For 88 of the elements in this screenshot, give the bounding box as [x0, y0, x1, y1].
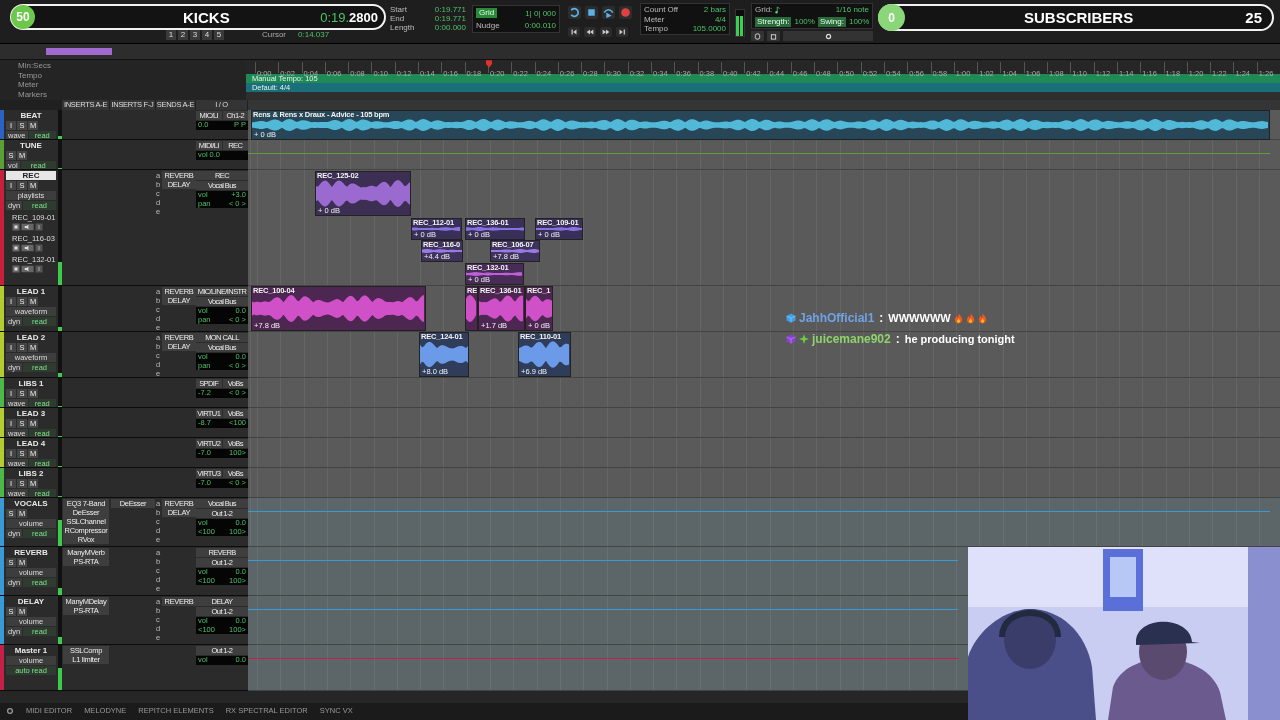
track-name[interactable]: LEAD 3 [6, 409, 56, 418]
track-name[interactable]: BEAT [6, 111, 56, 120]
speaker-icon[interactable] [21, 265, 34, 273]
cursor-value: 0:14.037 [298, 30, 330, 40]
track-name[interactable]: LIBS 1 [6, 379, 56, 388]
settings-icon [824, 32, 832, 40]
count-off-label: Meter [644, 14, 665, 24]
edit-tool-button[interactable]: 3 [190, 30, 200, 40]
playhead-marker[interactable] [485, 60, 492, 68]
event-operations-button[interactable] [767, 31, 780, 41]
chat-username[interactable]: juicemane902 [812, 332, 891, 346]
count-off-label: Tempo [644, 24, 668, 34]
loop-play-icon[interactable] [602, 6, 615, 19]
sparkle-badge-icon [799, 334, 809, 344]
return-to-zero-icon[interactable] [568, 27, 580, 37]
swing-label[interactable]: Swing: [817, 17, 846, 27]
cursor-label: Cursor [262, 30, 286, 40]
go-to-end-icon[interactable] [616, 27, 628, 37]
swing-value: 100% [848, 17, 870, 27]
nudge-value[interactable]: 0:00.010 [524, 21, 556, 30]
track-name[interactable]: DELAY [6, 597, 56, 606]
selection-label: End [390, 14, 406, 23]
subscriber-goal: 25 [1245, 9, 1262, 26]
count-off-value[interactable]: 2 bars [703, 5, 726, 15]
rewind-icon[interactable] [584, 27, 596, 37]
playlist-arrow-icon[interactable] [35, 223, 43, 231]
edit-tool-button[interactable]: 1 [166, 30, 176, 40]
stop-icon[interactable] [585, 6, 598, 19]
track-name[interactable]: REVERB [6, 548, 56, 557]
cube-badge-icon [786, 313, 796, 323]
playlist-arrow-icon[interactable] [35, 244, 43, 252]
track-name[interactable]: LEAD 4 [6, 439, 56, 448]
fire-icon [953, 312, 963, 324]
track-name[interactable]: LIBS 2 [6, 469, 56, 478]
note-icon [775, 6, 782, 14]
count-off-value[interactable]: 105.0000 [692, 24, 726, 34]
track-name[interactable]: TUNE [6, 141, 56, 150]
edit-tool-button[interactable]: 5 [214, 30, 224, 40]
subscribers-label: SUBSCRIBERS [1024, 9, 1134, 26]
fire-icon [965, 312, 975, 324]
playlist-solo-icon[interactable] [12, 223, 20, 231]
edit-tool-button[interactable]: 2 [178, 30, 188, 40]
chat-separator: : [878, 311, 885, 325]
quantize-button[interactable] [751, 31, 764, 41]
count-off-value[interactable]: 4/4 [714, 14, 726, 24]
cube-badge-icon [786, 334, 796, 344]
track-name[interactable]: Master 1 [6, 646, 56, 655]
settings-icon[interactable] [6, 706, 14, 715]
ruler-label: Tempo [18, 70, 42, 80]
selection-label: Start [390, 5, 408, 14]
strength-label[interactable]: Strength: [755, 17, 792, 27]
grid-value[interactable]: 1/16 note [784, 5, 869, 15]
playlist-solo-icon[interactable] [12, 244, 20, 252]
selection-value: 0:19.771 [433, 5, 466, 14]
track-name[interactable]: REC [6, 171, 56, 180]
speaker-icon[interactable] [21, 223, 34, 231]
q-shape-icon [754, 32, 761, 40]
chat-message: WWWWWW [888, 312, 951, 324]
goal-label: KICKS [183, 8, 230, 26]
goal-count: 50 [11, 5, 35, 29]
horizontal-scrollbar[interactable] [0, 691, 968, 703]
count-off-label: Count Off [644, 5, 679, 15]
selection-label: Length [390, 23, 416, 32]
fast-forward-icon[interactable] [600, 27, 612, 37]
playlist-solo-icon[interactable] [12, 265, 20, 273]
grid-value[interactable]: 1| 0| 000 [525, 8, 556, 18]
fire-icon [977, 312, 987, 324]
loop-icon[interactable] [568, 6, 581, 19]
chat-separator: : [894, 332, 901, 346]
grid-label: Grid: [755, 5, 773, 15]
nudge-label: Nudge [476, 21, 500, 30]
subscriber-count: 0 [878, 4, 905, 31]
grid-button[interactable]: Grid [476, 8, 498, 18]
ruler-label: Min:Secs [18, 61, 51, 71]
selection-value: 0:00.000 [433, 23, 466, 32]
edit-tool-button[interactable]: 4 [202, 30, 212, 40]
ruler-label: Meter [18, 80, 39, 90]
chat-message: he producing tonight [904, 333, 1015, 345]
ruler-label: Markers [18, 89, 47, 99]
strength-value: 100% [794, 17, 815, 27]
main-counter: 0:19.2800 [320, 9, 378, 25]
track-name[interactable]: LEAD 2 [6, 333, 56, 342]
track-name[interactable]: VOCALS [6, 499, 56, 508]
playlist-arrow-icon[interactable] [35, 265, 43, 273]
track-name[interactable]: LEAD 1 [6, 287, 56, 296]
speaker-icon[interactable] [21, 244, 34, 252]
record-icon[interactable] [619, 6, 632, 19]
selection-value: 0:19.771 [433, 14, 466, 23]
